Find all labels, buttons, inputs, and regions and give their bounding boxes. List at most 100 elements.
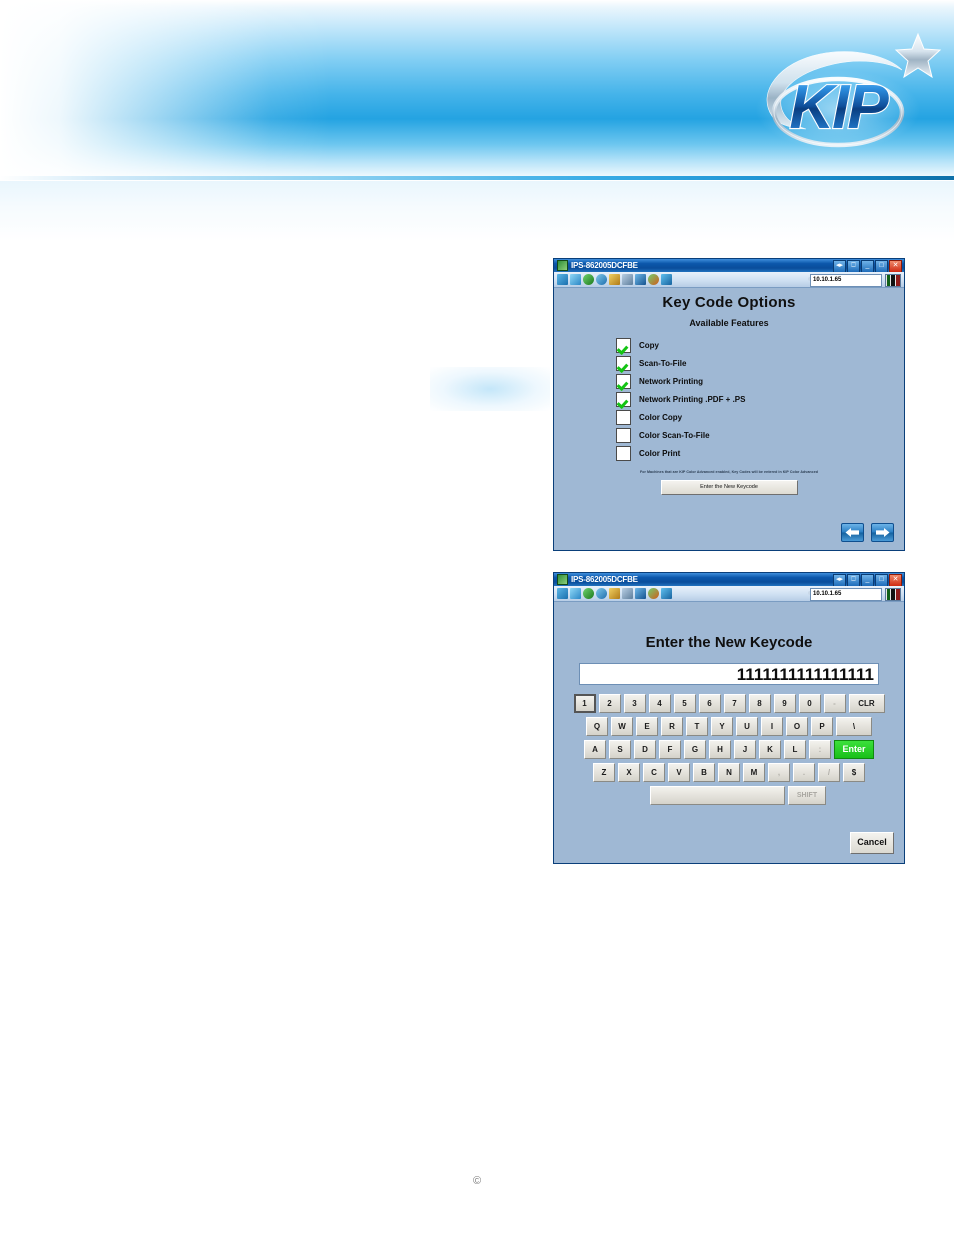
feature-row: Network Printing .PDF + .PS [616, 390, 904, 408]
key-backslash[interactable]: \ [836, 717, 872, 736]
key-minus[interactable]: - [823, 694, 846, 713]
key-1[interactable]: 1 [573, 694, 596, 713]
key-y[interactable]: Y [711, 717, 733, 736]
key-j[interactable]: J [734, 740, 756, 759]
window1-toolbar[interactable]: 10.10.1.65 [554, 272, 904, 288]
key-5[interactable]: 5 [673, 694, 696, 713]
key-v[interactable]: V [668, 763, 690, 782]
kip-logo: KIP [742, 18, 942, 168]
key-z[interactable]: Z [593, 763, 615, 782]
on-screen-keyboard[interactable]: 1 2 3 4 5 6 7 8 9 0- CLR Q W E R T Y U I O P \ A S D F G H J K L: Ent… [566, 694, 892, 805]
keyboard-row-1[interactable]: 1 2 3 4 5 6 7 8 9 0- CLR [566, 694, 892, 713]
key-t[interactable]: T [686, 717, 708, 736]
checkbox-checked-icon[interactable] [616, 373, 631, 389]
network-icon[interactable] [557, 274, 568, 285]
info-icon[interactable] [635, 274, 646, 285]
key-dollar[interactable]: $ [843, 763, 865, 782]
key-x[interactable]: X [618, 763, 640, 782]
feature-row: Color Scan-To-File [616, 426, 904, 444]
ip-address-field[interactable]: 10.10.1.65 [810, 588, 882, 601]
key-e[interactable]: E [636, 717, 658, 736]
settings-icon[interactable] [596, 588, 607, 599]
key-b[interactable]: B [693, 763, 715, 782]
key-6[interactable]: 6 [698, 694, 721, 713]
enter-keycode-window[interactable]: IPS-862005DCFBE ◂▸ ⎕ _ □ ✕ 10.10.1.65 En… [553, 572, 905, 864]
cancel-button[interactable]: Cancel [850, 832, 894, 854]
key-l[interactable]: L [784, 740, 806, 759]
key-0[interactable]: 0 [798, 694, 821, 713]
checkbox-unchecked-icon[interactable] [616, 445, 631, 461]
key-s[interactable]: S [609, 740, 631, 759]
window2-toolbar[interactable]: 10.10.1.65 [554, 586, 904, 602]
key-u[interactable]: U [736, 717, 758, 736]
key-q[interactable]: Q [586, 717, 608, 736]
page-title: Key Code Options [662, 294, 796, 311]
world-icon[interactable] [648, 274, 659, 285]
enter-new-keycode-button[interactable]: Enter the New Keycode [660, 480, 798, 495]
key-7[interactable]: 7 [723, 694, 746, 713]
key-w[interactable]: W [611, 717, 633, 736]
navigation-arrows[interactable] [841, 523, 894, 542]
window1-titlebar[interactable]: IPS-862005DCFBE ◂▸ ⎕ _ □ ✕ [554, 259, 904, 273]
key-n[interactable]: N [718, 763, 740, 782]
feature-label: Color Copy [639, 412, 683, 422]
keyboard-row-3[interactable]: A S D F G H J K L: Enter [566, 740, 892, 759]
key-9[interactable]: 9 [773, 694, 796, 713]
key-p[interactable]: P [811, 717, 833, 736]
key-c[interactable]: C [643, 763, 665, 782]
key-i[interactable]: I [761, 717, 783, 736]
network-icon[interactable] [557, 588, 568, 599]
keyboard-row-5[interactable]: SHIFT [566, 786, 892, 805]
filter-icon[interactable] [661, 588, 672, 599]
key-a[interactable]: A [584, 740, 606, 759]
feature-row: Network Printing [616, 372, 904, 390]
media-icon[interactable] [609, 274, 620, 285]
key-code-options-window[interactable]: IPS-862005DCFBE ◂▸ ⎕ _ □ ✕ 10.10.1.65 Ke… [553, 258, 905, 551]
media-icon[interactable] [609, 588, 620, 599]
keycode-input[interactable]: 1111111111111111 [579, 663, 879, 685]
space-key[interactable] [650, 786, 785, 805]
key-8[interactable]: 8 [748, 694, 771, 713]
checkbox-checked-icon[interactable] [616, 355, 631, 371]
key-d[interactable]: D [634, 740, 656, 759]
key-o[interactable]: O [786, 717, 808, 736]
globe-icon[interactable] [583, 588, 594, 599]
checkbox-checked-icon[interactable] [616, 337, 631, 353]
key-g[interactable]: G [684, 740, 706, 759]
filter-icon[interactable] [661, 274, 672, 285]
key-r[interactable]: R [661, 717, 683, 736]
checkbox-unchecked-icon[interactable] [616, 409, 631, 425]
shift-key[interactable]: SHIFT [788, 786, 826, 805]
globe-icon[interactable] [583, 274, 594, 285]
keyboard-row-4[interactable]: Z X C V B N M,. / $ [566, 763, 892, 782]
key-4[interactable]: 4 [648, 694, 671, 713]
monitor-icon[interactable] [570, 588, 581, 599]
key-3[interactable]: 3 [623, 694, 646, 713]
key-colon[interactable]: : [809, 740, 831, 759]
key-k[interactable]: K [759, 740, 781, 759]
chart-icon[interactable] [622, 588, 633, 599]
key-2[interactable]: 2 [598, 694, 621, 713]
chart-icon[interactable] [622, 274, 633, 285]
forward-arrow-button[interactable] [871, 523, 894, 542]
keyboard-row-2[interactable]: Q W E R T Y U I O P \ [566, 717, 892, 736]
key-enter[interactable]: Enter [834, 740, 874, 759]
checkbox-unchecked-icon[interactable] [616, 427, 631, 443]
key-h[interactable]: H [709, 740, 731, 759]
ip-address-field[interactable]: 10.10.1.65 [810, 274, 882, 287]
section-subtitle: Available Features [689, 318, 769, 328]
window1-title: IPS-862005DCFBE [571, 261, 638, 270]
key-period[interactable]: . [793, 763, 815, 782]
back-arrow-button[interactable] [841, 523, 864, 542]
monitor-icon[interactable] [570, 274, 581, 285]
key-slash[interactable]: / [818, 763, 840, 782]
key-comma[interactable]: , [768, 763, 790, 782]
key-f[interactable]: F [659, 740, 681, 759]
info-icon[interactable] [635, 588, 646, 599]
key-m[interactable]: M [743, 763, 765, 782]
window2-titlebar[interactable]: IPS-862005DCFBE ◂▸ ⎕ _ □ ✕ [554, 573, 904, 587]
checkbox-checked-icon[interactable] [616, 391, 631, 407]
settings-icon[interactable] [596, 274, 607, 285]
world-icon[interactable] [648, 588, 659, 599]
key-clr[interactable]: CLR [848, 694, 885, 713]
